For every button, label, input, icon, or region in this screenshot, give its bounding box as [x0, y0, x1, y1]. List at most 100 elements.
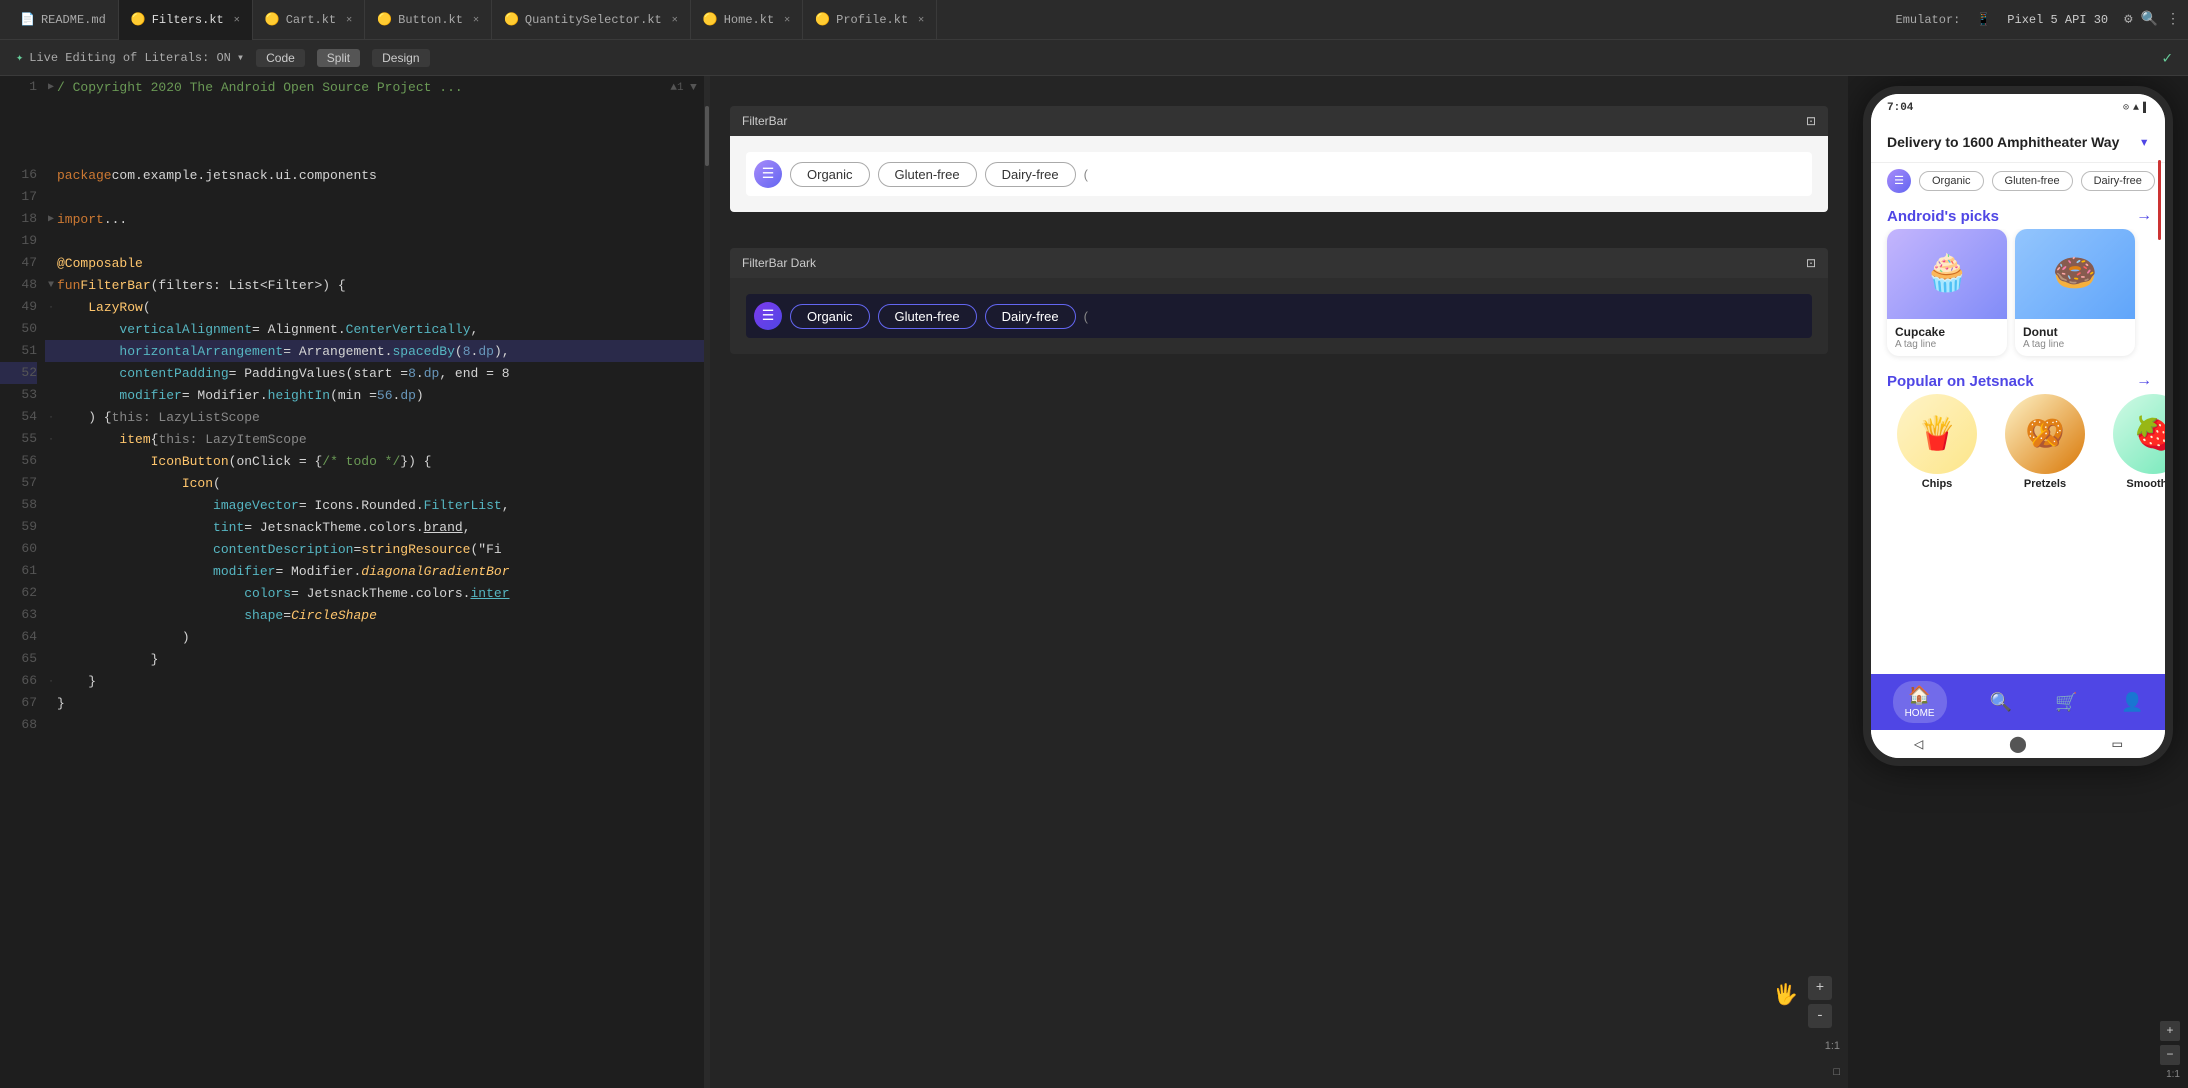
popular-arrow[interactable]: →	[2139, 372, 2149, 390]
cupcake-name: Cupcake	[1895, 325, 1999, 339]
preview-area: FilterBar ⊡ ☰ Organic Gluten-free Dairy-…	[710, 76, 1848, 1088]
phone-chip-glutenfree[interactable]: Gluten-free	[1992, 171, 2073, 191]
tab-close-icon[interactable]: ✕	[234, 14, 240, 26]
tab-button[interactable]: 🟡 Button.kt ✕	[365, 0, 492, 40]
design-mode-button[interactable]: Design	[372, 49, 429, 67]
delivery-address: Delivery to 1600 Amphitheater Way	[1887, 134, 2119, 150]
nav-cart[interactable]: 🛒	[2055, 692, 2077, 713]
expand-icon[interactable]: ⊡	[1806, 114, 1816, 128]
chip-more-light: (	[1084, 167, 1088, 182]
androids-picks-arrow[interactable]: →	[2139, 207, 2149, 225]
phone-nav-bar: 🏠 HOME 🔍 🛒 👤	[1871, 674, 2165, 730]
code-editor[interactable]: 1 16 17 18 19 47 48 49 50 51 52 53 54 55…	[0, 76, 710, 1088]
chip-dairyfree-dark[interactable]: Dairy-free	[985, 304, 1076, 329]
pick-card-donut[interactable]: 🍩 Donut A tag line	[2015, 229, 2135, 356]
search-icon[interactable]: 🔍	[2141, 11, 2158, 28]
tab-filters[interactable]: 🟡 Filters.kt ✕	[119, 0, 253, 40]
phone-frame: 7:04 ⊙ ▲ ▌ Delivery to 1600 Amphitheater…	[1863, 86, 2173, 766]
phone-zoom-controls: + − 1:1	[2160, 1021, 2180, 1080]
code-line-52: horizontalArrangement = Arrangement.spac…	[45, 340, 710, 362]
phone-zoom-out[interactable]: −	[2160, 1045, 2180, 1065]
chevron-down-icon: ▾	[237, 50, 244, 65]
donut-name: Donut	[2023, 325, 2127, 339]
preview-panel-title-dark: FilterBar Dark	[742, 256, 816, 270]
code-line-56: · item { this: LazyItemScope	[45, 428, 710, 450]
recents-button[interactable]: ▭	[2113, 734, 2123, 754]
chip-more-dark: (	[1084, 309, 1088, 324]
tab-label: Cart.kt	[286, 13, 336, 27]
code-line-19: ▶ import ...	[45, 208, 710, 230]
tab-close-icon[interactable]: ✕	[346, 14, 352, 26]
code-line-49: ▼ fun FilterBar(filters: List<Filter>) {	[45, 274, 710, 296]
chips-name: Chips	[1922, 478, 1953, 490]
tab-close-icon[interactable]: ✕	[784, 14, 790, 26]
code-line-60: tint = JetsnackTheme.colors.brand,	[45, 516, 710, 538]
delivery-bar[interactable]: Delivery to 1600 Amphitheater Way ▾	[1871, 122, 2165, 163]
chip-glutenfree-light[interactable]: Gluten-free	[878, 162, 977, 187]
back-button[interactable]: ◁	[1914, 734, 1924, 754]
expand-icon-dark[interactable]: ⊡	[1806, 256, 1816, 270]
code-line-57: IconButton(onClick = { /* todo */ }) {	[45, 450, 710, 472]
chip-organic-dark[interactable]: Organic	[790, 304, 870, 329]
phone-chip-organic[interactable]: Organic	[1919, 171, 1984, 191]
phone-section: 7:04 ⊙ ▲ ▌ Delivery to 1600 Amphitheater…	[1848, 76, 2188, 1088]
phone-chip-dairyfree[interactable]: Dairy-free	[2081, 171, 2155, 191]
tab-close-icon[interactable]: ✕	[918, 14, 924, 26]
tab-close-icon[interactable]: ✕	[672, 14, 678, 26]
tab-readme[interactable]: 📄 README.md	[8, 0, 119, 40]
chip-organic-light[interactable]: Organic	[790, 162, 870, 187]
phone-status-bar: 7:04 ⊙ ▲ ▌	[1871, 94, 2165, 122]
split-mode-button[interactable]: Split	[317, 49, 360, 67]
phone-zoom-in[interactable]: +	[2160, 1021, 2180, 1041]
tab-label: Home.kt	[724, 13, 774, 27]
scroll-indicator	[2158, 160, 2161, 240]
picks-row: 🧁 Cupcake A tag line 🍩 Donut	[1871, 229, 2165, 364]
zoom-controls: + -	[1808, 976, 1832, 1028]
phone-filter-list-icon[interactable]: ☰	[1887, 169, 1911, 193]
pick-card-cupcake[interactable]: 🧁 Cupcake A tag line	[1887, 229, 2007, 356]
phone-zoom-label: 1:1	[2166, 1069, 2180, 1080]
home-button[interactable]: ⬤	[2009, 734, 2027, 754]
code-line-59: imageVector = Icons.Rounded.FilterList,	[45, 494, 710, 516]
zoom-out-button[interactable]: -	[1808, 1004, 1832, 1028]
cupcake-bg: 🧁	[1887, 229, 2007, 319]
cupcake-info: Cupcake A tag line	[1887, 319, 2007, 356]
filter-list-icon-dark[interactable]: ☰	[754, 302, 782, 330]
donut-bg: 🍩	[2015, 229, 2135, 319]
live-editing-label: Live Editing of Literals: ON	[29, 51, 231, 65]
nav-home[interactable]: 🏠 HOME	[1893, 681, 1947, 723]
zoom-in-button[interactable]: +	[1808, 976, 1832, 1000]
code-line-17: package com.example.jetsnack.ui.componen…	[45, 164, 710, 186]
code-line-50: · LazyRow(	[45, 296, 710, 318]
tab-profile[interactable]: 🟡 Profile.kt ✕	[803, 0, 937, 40]
live-editing-toggle[interactable]: ✦ Live Editing of Literals: ON ▾	[16, 50, 244, 65]
tab-quantity[interactable]: 🟡 QuantitySelector.kt ✕	[492, 0, 691, 40]
tab-home[interactable]: 🟡 Home.kt ✕	[691, 0, 803, 40]
tab-close-icon[interactable]: ✕	[473, 14, 479, 26]
phone-content: Delivery to 1600 Amphitheater Way ▾ ☰ Or…	[1871, 122, 2165, 674]
file-icon: 📄	[20, 12, 35, 27]
popular-card-smoothie[interactable]: 🍓 Smoothi...	[2103, 394, 2165, 490]
nav-profile[interactable]: 👤	[2121, 692, 2143, 713]
chip-glutenfree-dark[interactable]: Gluten-free	[878, 304, 977, 329]
androids-picks-header: Android's picks →	[1871, 199, 2165, 229]
tab-cart[interactable]: 🟡 Cart.kt ✕	[253, 0, 365, 40]
settings-icon[interactable]: ⚙	[2124, 11, 2132, 28]
code-mode-button[interactable]: Code	[256, 49, 305, 67]
nav-search[interactable]: 🔍	[1990, 692, 2012, 713]
delivery-chevron-icon[interactable]: ▾	[2139, 132, 2149, 152]
status-icons: ⊙ ▲ ▌	[2123, 102, 2149, 114]
chip-dairyfree-light[interactable]: Dairy-free	[985, 162, 1076, 187]
code-line-61: contentDescription = stringResource("Fi	[45, 538, 710, 560]
popular-card-chips[interactable]: 🍟 Chips	[1887, 394, 1987, 490]
status-time: 7:04	[1887, 102, 1913, 114]
fit-button[interactable]: □	[1833, 1066, 1840, 1078]
more-icon[interactable]: ⋮	[2166, 11, 2180, 28]
preview-panel-title: FilterBar	[742, 114, 787, 128]
second-bar-right: ✓	[2162, 48, 2172, 68]
code-line-48: @Composable	[45, 252, 710, 274]
popular-card-pretzels[interactable]: 🥨 Pretzels	[1995, 394, 2095, 490]
battery-icon: ▌	[2143, 103, 2149, 114]
pretzels-name: Pretzels	[2024, 478, 2066, 490]
filter-list-icon-light[interactable]: ☰	[754, 160, 782, 188]
